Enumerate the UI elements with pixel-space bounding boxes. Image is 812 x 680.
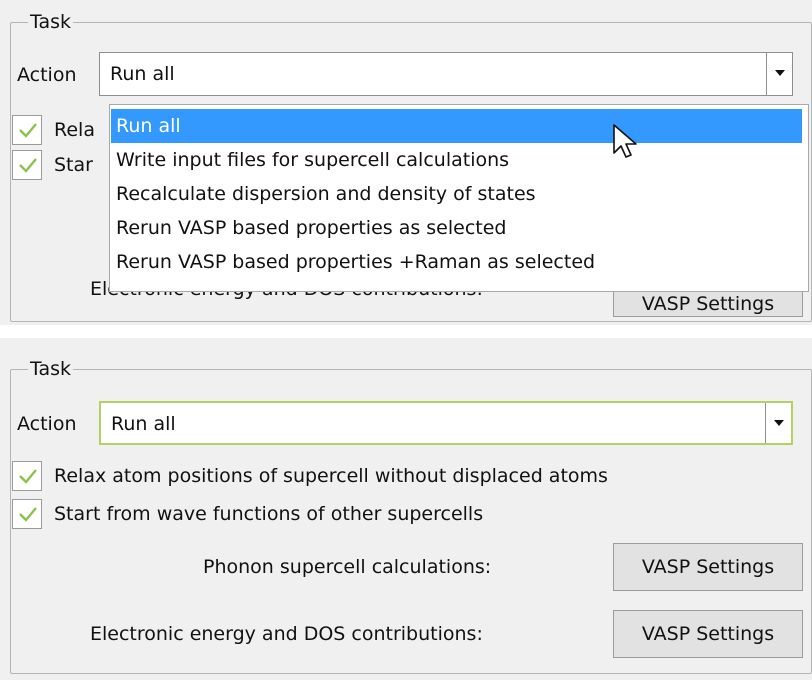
- checkmark-icon: [19, 158, 37, 173]
- start-wave-checkbox-label: Star: [54, 154, 93, 176]
- relax-checkbox-label: Relax atom positions of supercell withou…: [54, 465, 608, 487]
- action-label: Action: [17, 413, 77, 435]
- dropdown-option-recalculate[interactable]: Recalculate dispersion and density of st…: [111, 177, 802, 211]
- checkmark-icon: [19, 469, 37, 484]
- chevron-down-icon: [775, 70, 785, 76]
- mouse-pointer-icon: [613, 124, 637, 158]
- action-label: Action: [17, 64, 77, 86]
- electronic-vasp-settings-button[interactable]: VASP Settings: [613, 610, 803, 658]
- checkmark-icon: [19, 123, 37, 138]
- combobox-dropdown-button[interactable]: [766, 53, 792, 95]
- phonon-supercell-label: Phonon supercell calculations:: [203, 556, 492, 578]
- group-title: Task: [28, 357, 74, 381]
- dropdown-option-write-input[interactable]: Write input files for supercell calculat…: [111, 143, 802, 177]
- action-combobox-value: Run all: [110, 63, 175, 85]
- start-wave-checkbox[interactable]: [12, 150, 42, 180]
- start-wave-checkbox-label: Start from wave functions of other super…: [54, 503, 484, 525]
- relax-checkbox-label: Rela: [54, 119, 95, 141]
- dropdown-option-rerun-vasp[interactable]: Rerun VASP based properties as selected: [111, 211, 802, 245]
- group-title: Task: [28, 10, 74, 34]
- button-label: VASP Settings: [641, 293, 775, 315]
- phonon-vasp-settings-button[interactable]: VASP Settings: [613, 543, 803, 591]
- start-wave-checkbox[interactable]: [12, 499, 42, 529]
- action-combobox-value: Run all: [111, 413, 176, 435]
- combobox-dropdown-button[interactable]: [765, 403, 791, 443]
- action-combobox[interactable]: Run all: [99, 52, 793, 96]
- task-panel-collapsed: Task Action Run all Relax atom positions…: [0, 338, 812, 680]
- action-dropdown-list: Run all Write input files for supercell …: [109, 104, 809, 292]
- electronic-energy-label: Electronic energy and DOS contributions:: [90, 623, 483, 645]
- button-label: VASP Settings: [641, 623, 775, 645]
- action-combobox[interactable]: Run all: [99, 401, 793, 445]
- dropdown-option-run-all[interactable]: Run all: [111, 109, 802, 143]
- relax-checkbox[interactable]: [12, 461, 42, 491]
- chevron-down-icon: [774, 420, 784, 426]
- panel-separator: [0, 325, 812, 338]
- relax-checkbox[interactable]: [12, 115, 42, 145]
- button-label: VASP Settings: [641, 556, 775, 578]
- dropdown-option-rerun-vasp-raman[interactable]: Rerun VASP based properties +Raman as se…: [111, 245, 802, 279]
- checkmark-icon: [19, 507, 37, 522]
- task-panel-dropdown-open: Task Action Run all Rela Star Electronic…: [0, 0, 812, 325]
